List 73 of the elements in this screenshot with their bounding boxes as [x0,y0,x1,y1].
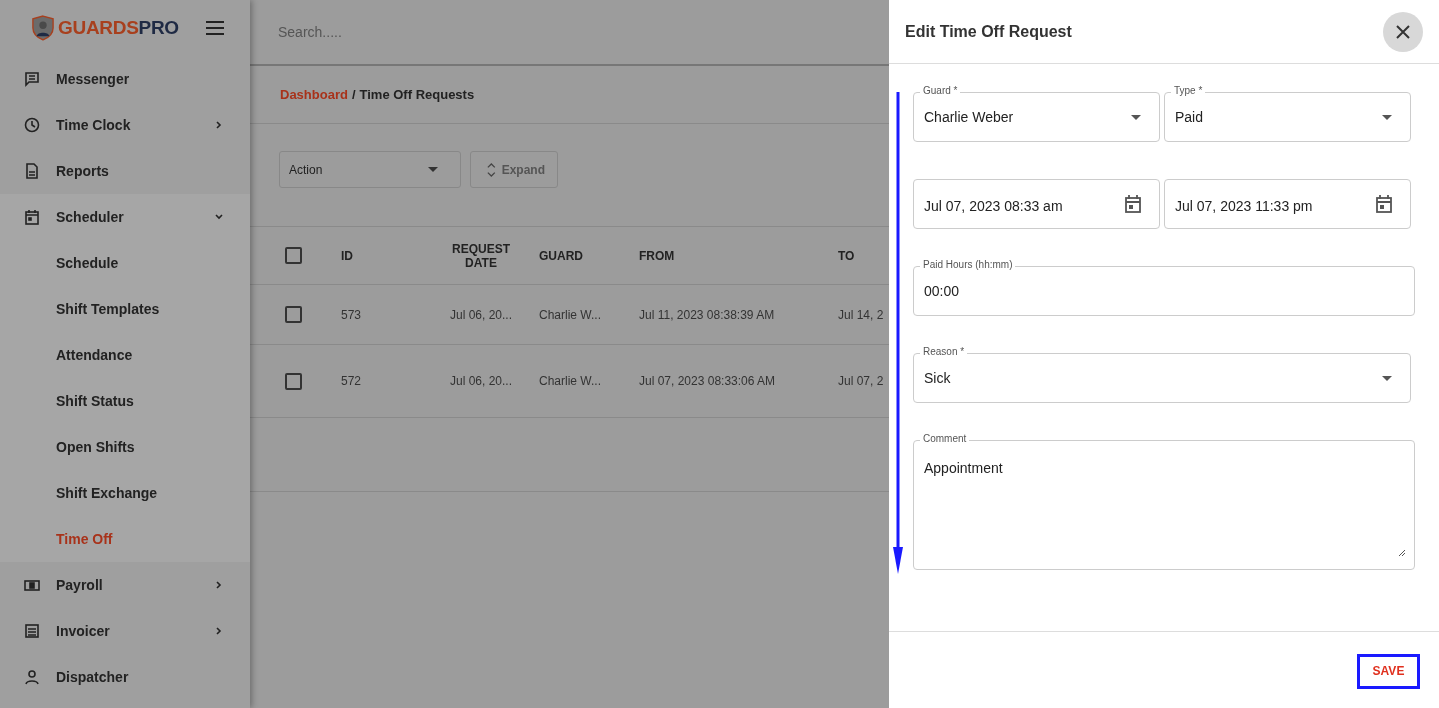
drawer-title: Edit Time Off Request [905,22,1072,41]
column-header: FROM [639,248,676,263]
caret-icon [1382,375,1392,381]
table-cell-text: 572 [341,374,363,388]
chevron-down-icon [214,212,224,222]
field-label: Reason * [920,346,968,358]
menu-icon[interactable] [206,21,224,35]
table-cell-text: Charlie W... [539,374,602,388]
field-value: Jul 07, 2023 08:33 am [924,197,1063,214]
document-icon [24,163,40,179]
field-value: Jul 07, 2023 11:33 pm [1175,197,1313,214]
calendar-icon [1376,195,1392,213]
save-button[interactable]: SAVE [1357,653,1420,689]
table-cell-text: Jul 11, 2023 08:38:39 AM [639,307,776,322]
sidebar-subitem[interactable]: Shift Exchange [0,470,250,516]
action-dropdown[interactable]: Action [279,151,461,188]
close-button[interactable] [1383,11,1423,52]
sidebar-item[interactable]: Reports [0,148,250,194]
sidebar-subitem[interactable]: Open Shifts [0,424,250,470]
field-value: Appointment [924,460,1003,476]
list-icon [24,623,40,639]
chevron-right-icon [214,626,224,636]
message-icon [24,71,40,87]
sidebar-subitem[interactable]: Shift Templates [0,286,250,332]
table-cell-text: 573 [341,307,363,322]
up-down-chevron-icon [487,160,496,179]
table-cell-text: Jul 07, 2 [838,374,885,388]
breadcrumb-current: Time Off Requests [359,87,475,102]
resize-handle-icon [1398,549,1406,557]
field-value: 00:00 [924,283,960,299]
sidebar-subitem[interactable]: Shift Status [0,378,250,424]
chevron-right-icon [214,580,224,590]
caret-icon [1382,114,1392,120]
close-icon [1396,24,1410,39]
field-label: Paid Hours (hh:mm) [920,259,1016,271]
caret-icon [428,167,438,172]
caret-icon [1131,114,1141,120]
person-icon [24,669,40,685]
calendar-icon [1125,195,1141,213]
column-header: ID [341,248,354,263]
search-field[interactable]: Search..... [276,23,580,41]
sidebar-item[interactable]: Scheduler [0,194,250,240]
clock-icon [24,117,40,133]
sidebar-subitem[interactable]: Attendance [0,332,250,378]
field-value: Paid [1175,109,1204,125]
field-value: Sick [924,370,951,386]
sidebar-item[interactable]: Time Clock [0,102,250,148]
column-header: TO [838,248,856,263]
sidebar-item[interactable]: Payroll [0,562,250,608]
sidebar-item[interactable]: Invoicer [0,608,250,654]
column-header: GUARD [539,248,584,263]
field-label: Type * [1171,85,1206,97]
table-cell-text: Jul 06, 20... [448,307,513,322]
table-cell-text: Jul 07, 2023 08:33:06 AM [639,374,777,388]
banknote-icon [24,577,40,593]
sidebar-item[interactable]: Dispatcher [0,654,250,700]
sidebar-item[interactable]: Messenger [0,56,250,102]
row-checkbox[interactable] [285,306,302,323]
logo-text: GUARDSPRO [58,17,179,39]
chevron-right-icon [214,120,224,130]
field-label: Comment [920,433,970,445]
table-cell-text: Jul 06, 20... [448,374,513,388]
field-label: Guard * [920,85,961,97]
sidebar-subitem[interactable]: Schedule [0,240,250,286]
breadcrumb-separator: / [351,87,356,102]
field-value: Charlie Weber [924,109,1014,125]
row-checkbox[interactable] [285,372,302,390]
shield-icon [32,15,54,41]
table-cell-text: Jul 14, 2 [838,307,885,322]
select-all-checkbox[interactable] [285,247,302,264]
column-header: REQUEST DATE [451,241,511,270]
calendar-icon [24,209,40,225]
table-cell-text: Charlie W... [539,307,602,322]
